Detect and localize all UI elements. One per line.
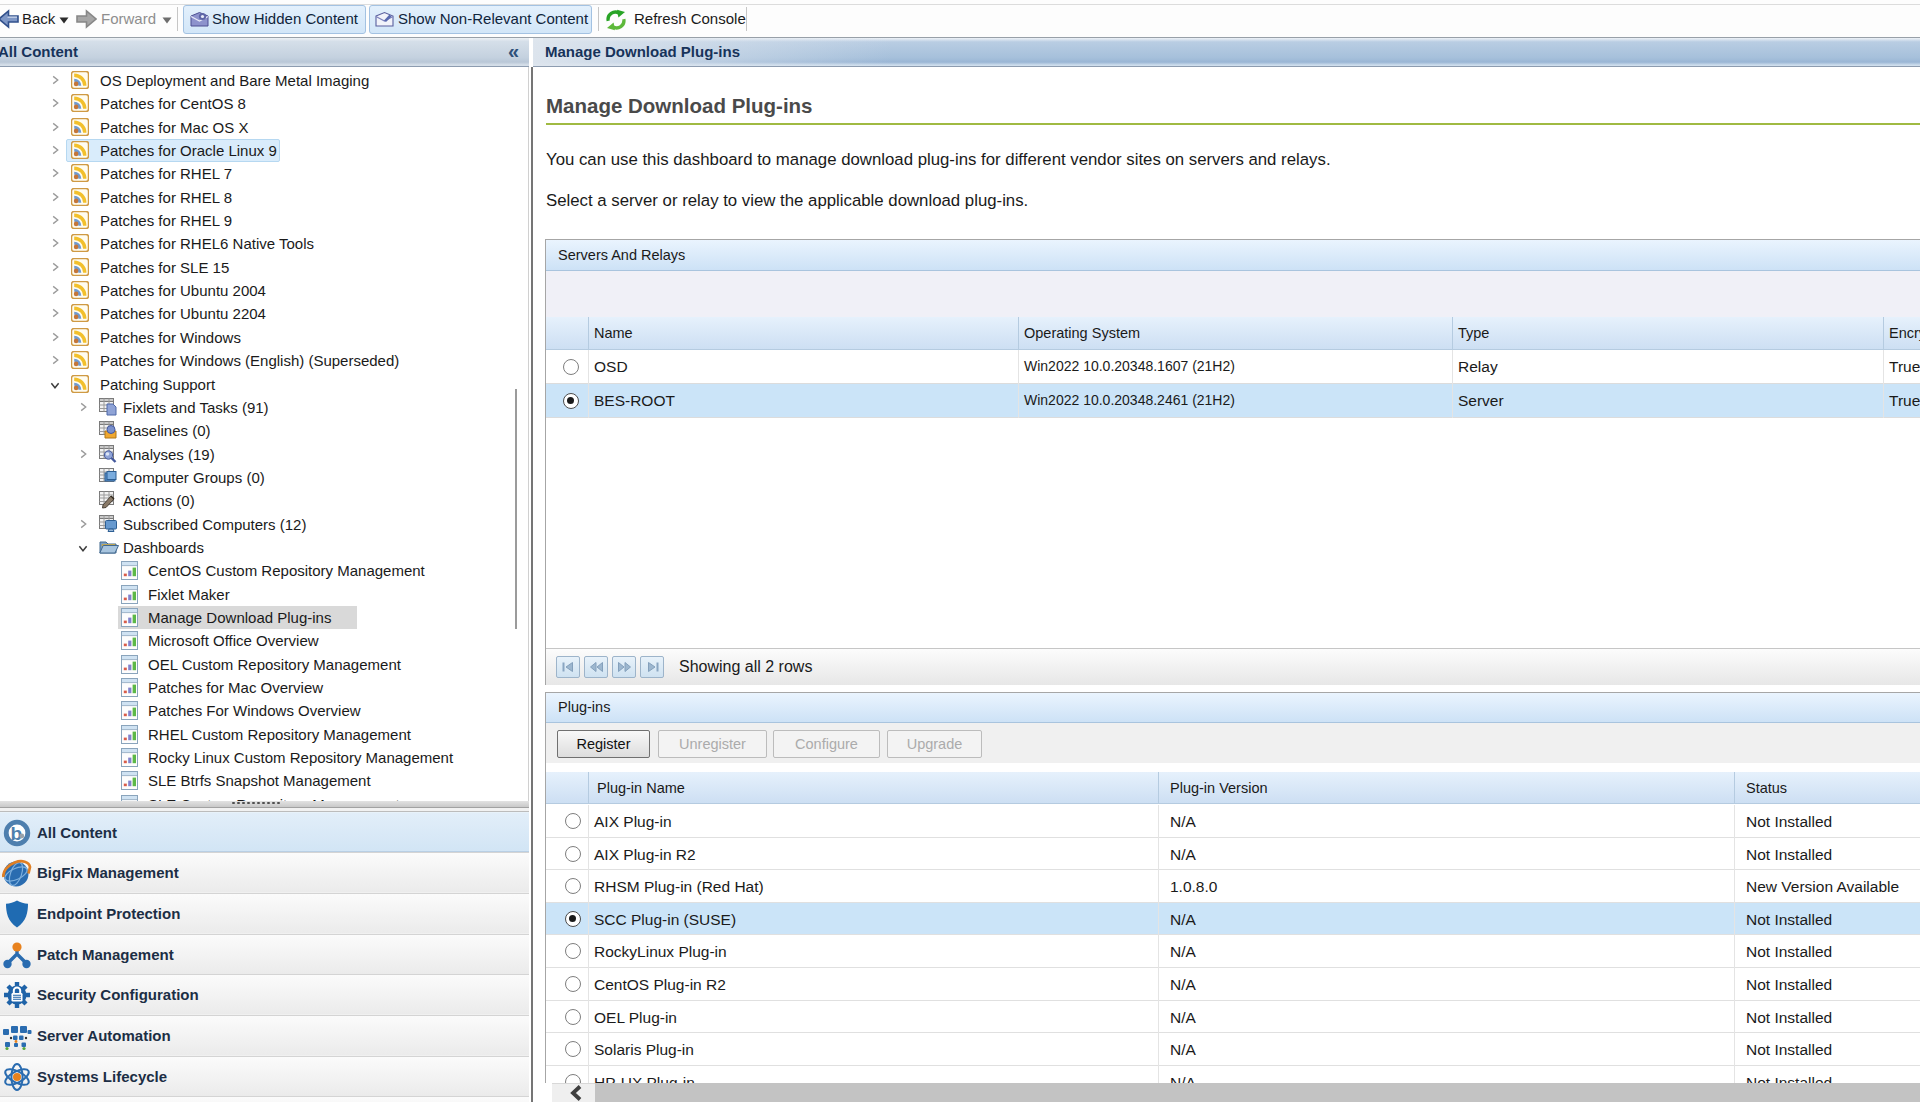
- svg-text:b: b: [11, 822, 23, 843]
